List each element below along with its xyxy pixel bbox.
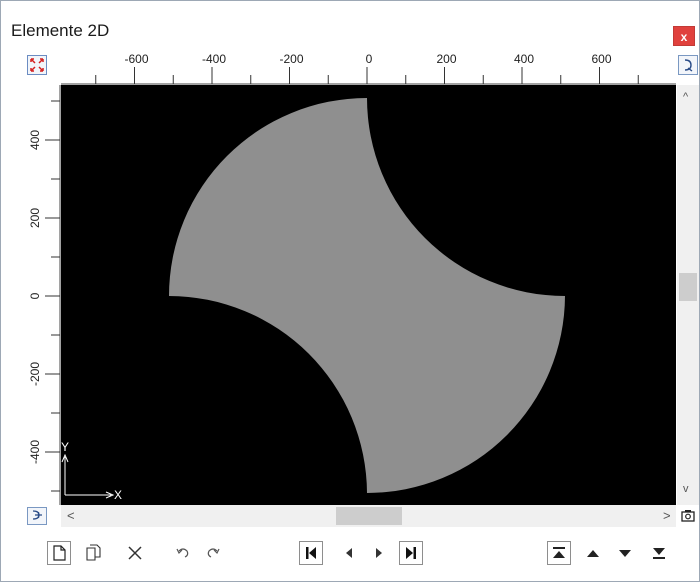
- title-bar: Elemente 2D x: [1, 1, 699, 46]
- elemente-2d-window: Elemente 2D x -600 -400 -200 0 200 400 600 400…: [0, 0, 700, 582]
- ruler-x-label: 600: [591, 52, 611, 66]
- undo-icon: [176, 548, 189, 558]
- axis-indicator: [61, 453, 115, 499]
- scroll-up-arrow[interactable]: ^: [683, 91, 688, 103]
- ruler-y-label: 0: [28, 292, 42, 299]
- new-page-button[interactable]: [47, 541, 71, 565]
- ruler-x-label: -200: [279, 52, 303, 66]
- window-title: Elemente 2D: [11, 21, 110, 40]
- y-axis-label: Y: [61, 440, 69, 454]
- move-bottom-button[interactable]: [647, 541, 671, 565]
- new-page-icon: [53, 545, 66, 561]
- zoom-plus-button[interactable]: [27, 507, 47, 525]
- zoom-icon: [684, 59, 693, 72]
- ruler-y-label: 200: [28, 208, 42, 228]
- move-down-button[interactable]: [613, 541, 637, 565]
- element-shape[interactable]: [169, 98, 565, 493]
- ruler-y-label: -400: [28, 440, 42, 464]
- redo-icon: [207, 548, 220, 558]
- delete-icon: [128, 546, 142, 560]
- fit-view-icon: [30, 58, 44, 72]
- horizontal-ruler: -600 -400 -200 0 200 400 600: [61, 47, 676, 85]
- next-button[interactable]: [367, 541, 391, 565]
- canvas-graphic: Y X: [61, 98, 565, 502]
- vertical-ruler-graphic: 400 200 0 -200 -400: [28, 85, 61, 505]
- ruler-x-label: 400: [514, 52, 534, 66]
- last-icon: [406, 547, 416, 559]
- zoom-plus-icon: [32, 510, 42, 520]
- move-up-button[interactable]: [581, 541, 605, 565]
- scroll-left-arrow[interactable]: <: [67, 508, 75, 523]
- vertical-ruler: 400 200 0 -200 -400: [21, 85, 61, 505]
- previous-button[interactable]: [337, 541, 361, 565]
- fit-view-button[interactable]: [27, 55, 47, 75]
- scroll-down-arrow[interactable]: v: [683, 483, 689, 495]
- copy-page-button[interactable]: [81, 541, 105, 565]
- close-icon: x: [680, 30, 688, 44]
- last-button[interactable]: [399, 541, 423, 565]
- bottom-toolbar: [1, 531, 699, 581]
- ruler-x-label: -600: [124, 52, 148, 66]
- x-axis-label: X: [114, 488, 122, 502]
- move-top-button[interactable]: [547, 541, 571, 565]
- move-top-icon: [553, 547, 565, 558]
- next-icon: [376, 548, 382, 558]
- scroll-right-arrow[interactable]: >: [663, 508, 671, 523]
- horizontal-scroll-thumb[interactable]: [336, 507, 402, 525]
- horizontal-scrollbar[interactable]: < >: [61, 505, 676, 527]
- camera-icon: [681, 510, 695, 522]
- ruler-y-label: 400: [28, 130, 42, 150]
- zoom-button[interactable]: [678, 55, 698, 75]
- screenshot-button[interactable]: [679, 507, 697, 525]
- ruler-x-label: 200: [436, 52, 456, 66]
- copy-page-icon: [86, 544, 101, 561]
- vertical-scrollbar[interactable]: ^ v: [677, 85, 699, 505]
- ruler-x-label: 0: [366, 52, 373, 66]
- first-icon: [306, 547, 316, 559]
- horizontal-ruler-graphic: -600 -400 -200 0 200 400 600: [61, 52, 676, 85]
- close-button[interactable]: x: [673, 26, 695, 46]
- undo-button[interactable]: [171, 541, 195, 565]
- delete-button[interactable]: [123, 541, 147, 565]
- redo-button[interactable]: [201, 541, 225, 565]
- first-button[interactable]: [299, 541, 323, 565]
- drawing-canvas[interactable]: Y X: [61, 85, 676, 505]
- vertical-scroll-thumb[interactable]: [679, 273, 697, 301]
- move-up-icon: [587, 550, 599, 557]
- ruler-y-label: -200: [28, 362, 42, 386]
- previous-icon: [346, 548, 352, 558]
- move-down-icon: [619, 550, 631, 557]
- ruler-x-label: -400: [202, 52, 226, 66]
- move-bottom-icon: [653, 548, 665, 559]
